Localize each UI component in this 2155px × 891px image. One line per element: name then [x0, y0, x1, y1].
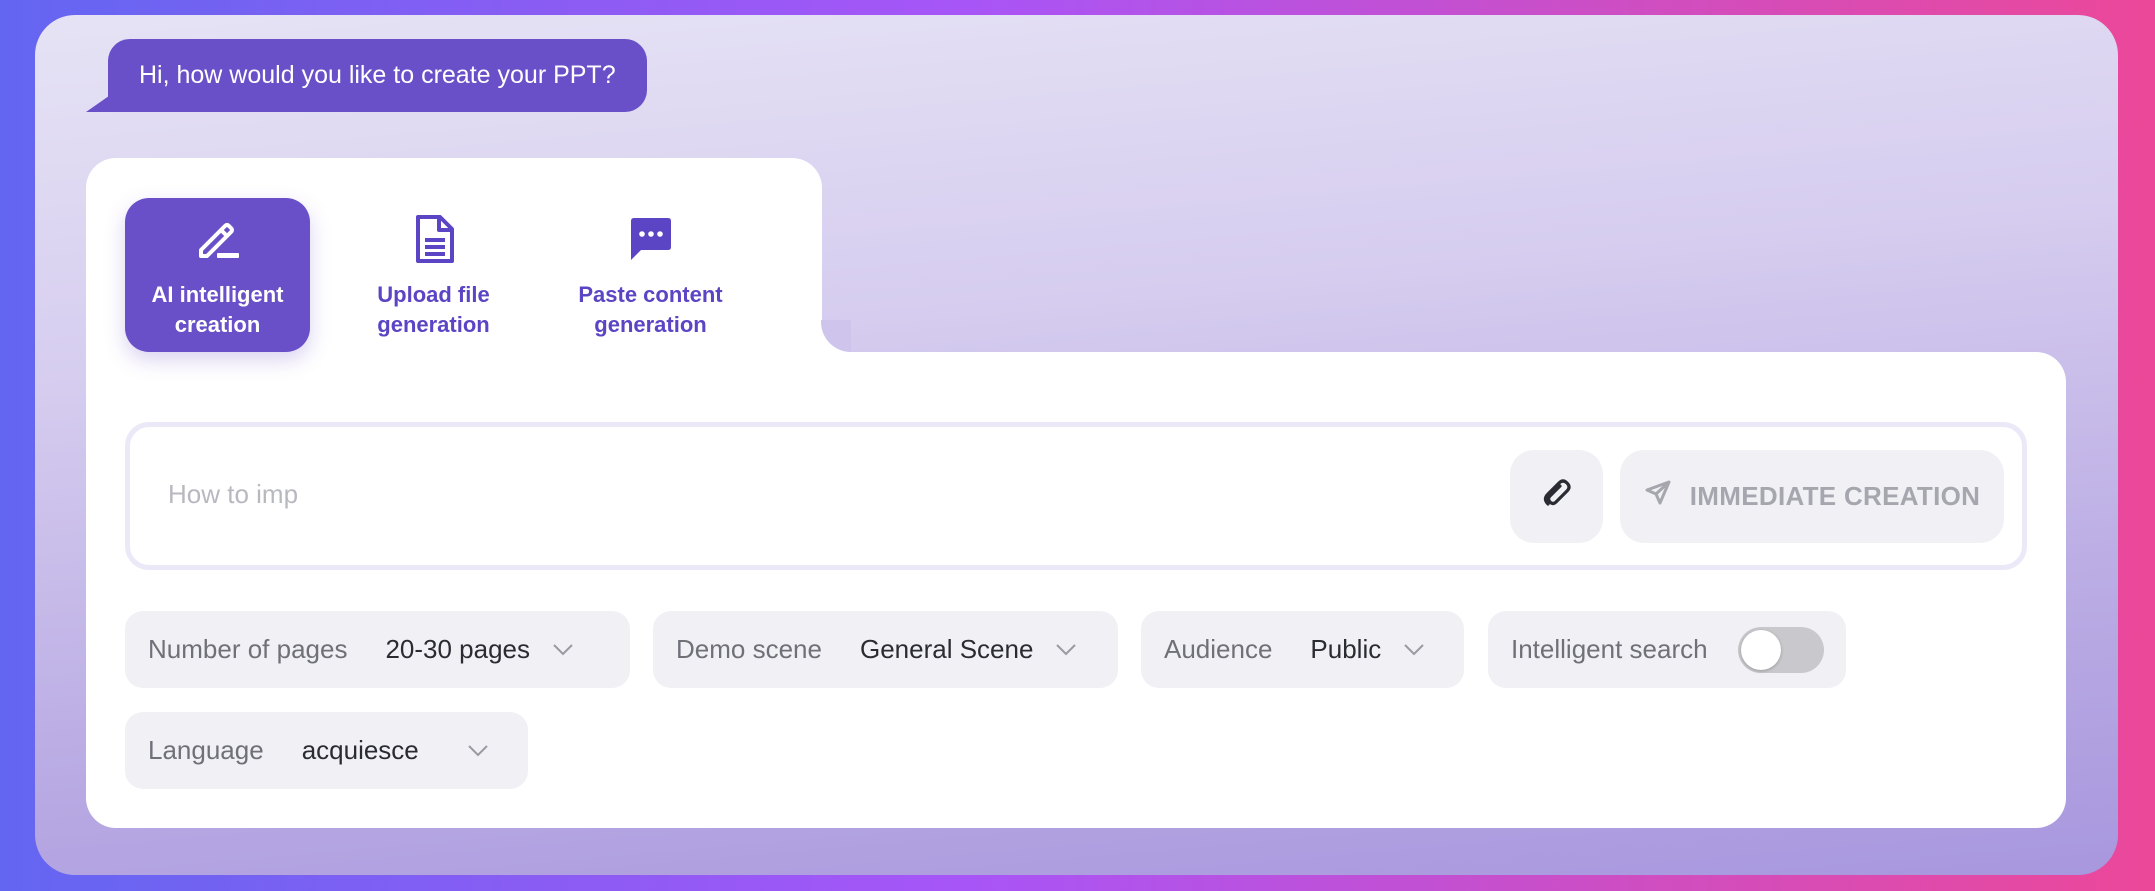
chevron-down-icon: [552, 643, 574, 657]
intelligent-search-toggle[interactable]: [1737, 626, 1824, 673]
chevron-down-icon: [1055, 643, 1077, 657]
tab-paste-content-generation[interactable]: Paste content generation: [558, 198, 743, 352]
language-select[interactable]: Language acquiesce: [125, 712, 528, 789]
prompt-box: IMMEDIATE CREATION: [125, 422, 2027, 570]
audience-value: Public: [1310, 634, 1382, 664]
toggle-knob: [1740, 629, 1781, 670]
pages-label: Number of pages: [148, 634, 348, 664]
prompt-input[interactable]: [168, 467, 1468, 522]
send-icon: [1644, 479, 1672, 514]
pages-value: 20-30 pages: [385, 634, 531, 664]
greeting-text: Hi, how would you like to create your PP…: [139, 61, 616, 89]
scene-value: General Scene: [859, 634, 1034, 664]
greeting-bubble: Hi, how would you like to create your PP…: [108, 39, 647, 112]
panel-notch: [821, 320, 851, 352]
paperclip-icon: [1540, 477, 1574, 516]
immediate-creation-button[interactable]: IMMEDIATE CREATION: [1620, 450, 2004, 543]
tab-label: Upload file generation: [377, 282, 490, 337]
intelligent-search-option: Intelligent search: [1488, 611, 1846, 688]
chat-bubble-icon: [624, 212, 678, 266]
audience-select[interactable]: Audience Public: [1141, 611, 1464, 688]
document-icon: [407, 212, 461, 266]
tab-label: AI intelligent creation: [151, 282, 284, 337]
scene-label: Demo scene: [676, 634, 822, 664]
search-label: Intelligent search: [1511, 634, 1708, 664]
chevron-down-icon: [1403, 643, 1425, 657]
demo-scene-select[interactable]: Demo scene General Scene: [653, 611, 1118, 688]
pen-icon: [191, 212, 245, 266]
audience-label: Audience: [1164, 634, 1273, 664]
language-label: Language: [148, 735, 264, 765]
attach-button[interactable]: [1510, 450, 1603, 543]
tab-upload-file-generation[interactable]: Upload file generation: [341, 198, 526, 352]
tab-label: Paste content generation: [578, 282, 723, 337]
pages-select[interactable]: Number of pages 20-30 pages: [125, 611, 630, 688]
tab-ai-intelligent-creation[interactable]: AI intelligent creation: [125, 198, 310, 352]
create-button-label: IMMEDIATE CREATION: [1689, 481, 1981, 511]
chevron-down-icon: [467, 744, 489, 758]
language-value: acquiesce: [301, 735, 419, 765]
